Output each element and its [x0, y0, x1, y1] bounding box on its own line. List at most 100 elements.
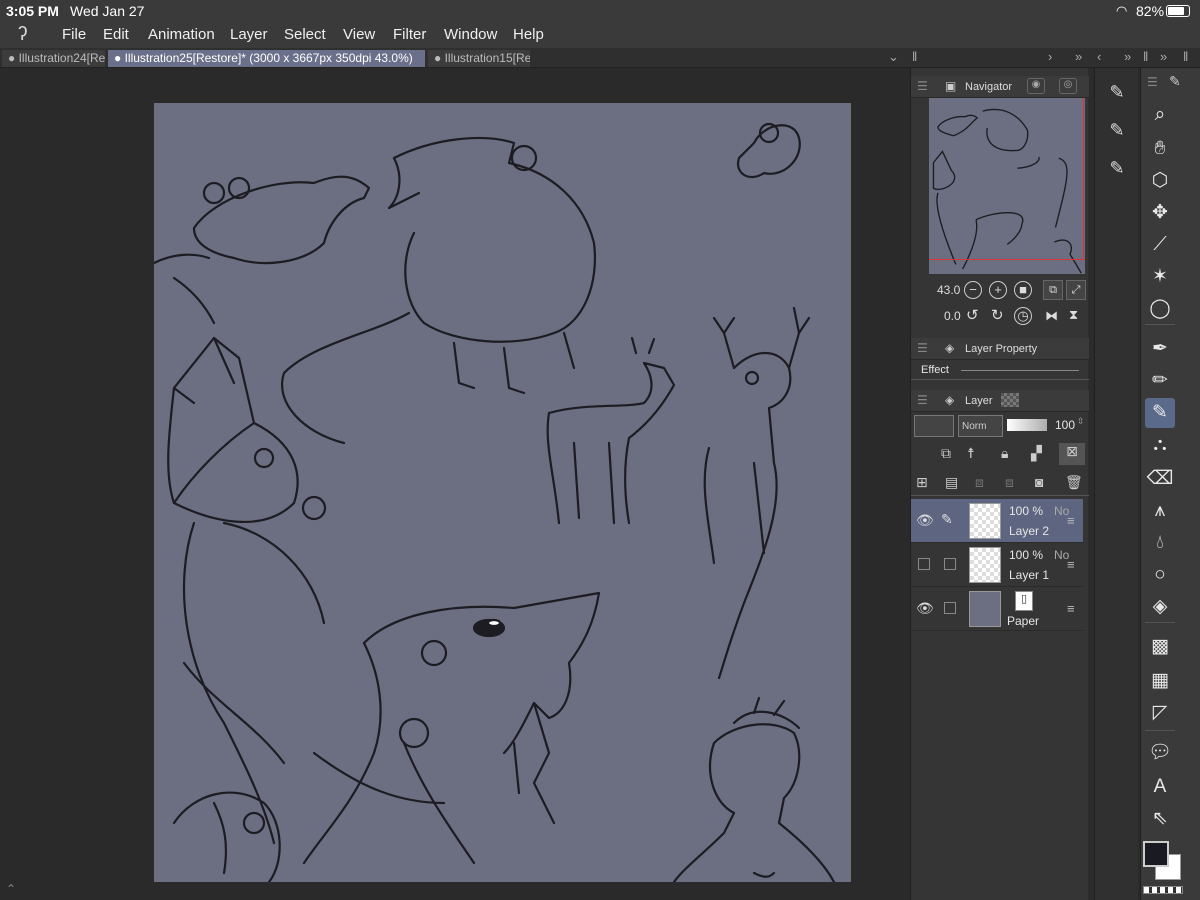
tab-illustration15[interactable]: ● Illustration15[Re — [428, 50, 530, 67]
operation-icon[interactable]: ⇖ — [1145, 804, 1175, 834]
zoom-out-icon[interactable]: − — [964, 281, 982, 299]
sub-tool-3-icon[interactable]: ✎ — [1101, 152, 1133, 184]
layer-row[interactable]: 👁︎ ✎ 100 % No Layer 2 ≡ — [911, 499, 1083, 543]
transparent-color-icon[interactable] — [1143, 886, 1183, 894]
figure-icon[interactable]: ○ — [1145, 560, 1175, 590]
navigator-option-1-icon[interactable]: ◉ — [1027, 78, 1045, 94]
actual-size-icon[interactable]: ⤢ — [1066, 280, 1086, 300]
opacity-slider[interactable] — [1007, 419, 1047, 431]
pencil-icon[interactable]: ✏︎ — [1145, 366, 1175, 396]
lasso-icon[interactable]: ◯ — [1145, 294, 1175, 324]
eraser-icon[interactable]: ⌫ — [1145, 464, 1175, 494]
blend-preview-icon[interactable] — [914, 415, 954, 437]
zoom-icon[interactable]: ⌕ — [1145, 100, 1175, 130]
menu-edit[interactable]: Edit — [103, 26, 129, 43]
rotate-left-icon[interactable]: ↺ — [966, 306, 979, 324]
layer-drag-handle-icon[interactable]: ≡ — [1067, 557, 1075, 572]
chevron-left-icon[interactable]: ‹ — [1097, 49, 1101, 64]
menu-file[interactable]: File — [62, 26, 86, 43]
mask-toggle-icon[interactable]: ⊠ — [1059, 443, 1085, 465]
rotation-value[interactable]: 0.0 — [944, 309, 961, 323]
blend-icon[interactable]: 💧︎ — [1145, 528, 1175, 558]
menu-window[interactable]: Window — [444, 26, 497, 43]
tool-pen-tab-icon[interactable]: ✎ — [1169, 73, 1181, 90]
tab-illustration24[interactable]: ● Illustration24[Re — [2, 50, 105, 67]
collapse-right-3-icon[interactable]: » — [1160, 49, 1167, 64]
opacity-value[interactable]: 100 — [1055, 418, 1075, 432]
tab-illustration25[interactable]: ● Illustration25[Restore]* (3000 x 3667p… — [108, 50, 425, 67]
panel-menu-icon[interactable]: ☰ — [917, 79, 928, 93]
zoom-value[interactable]: 43.0 — [937, 283, 960, 297]
navigator-preview[interactable] — [929, 98, 1085, 274]
chevron-right-icon[interactable]: › — [1048, 49, 1052, 64]
layer-drag-handle-icon[interactable]: ≡ — [1067, 601, 1075, 616]
opacity-stepper-icon[interactable]: ⇳ — [1077, 416, 1085, 427]
visibility-eye-icon[interactable]: 👁︎ — [916, 512, 934, 529]
layer-panel-menu-icon[interactable]: ☰ — [917, 393, 928, 407]
clip-layer-icon[interactable]: ⧉ — [941, 445, 951, 462]
zoom-reset-icon[interactable]: ■ — [1014, 281, 1032, 299]
fit-window-icon[interactable]: ⧉ — [1043, 280, 1063, 300]
eyedropper-icon[interactable]: ⟋ — [1145, 230, 1175, 260]
layer-thumbnail — [969, 591, 1001, 627]
move-icon[interactable]: ✥ — [1145, 198, 1175, 228]
object-icon[interactable]: ⬡ — [1145, 166, 1175, 196]
delete-layer-icon[interactable]: 🗑︎ — [1065, 474, 1083, 491]
merge-down-icon[interactable]: ⧈ — [975, 474, 984, 491]
app-logo-icon[interactable]: ʔ — [18, 24, 28, 46]
menu-layer[interactable]: Layer — [230, 26, 268, 43]
layer-select-toggle[interactable] — [944, 602, 956, 614]
lock-layer-icon[interactable]: 🔒︎ — [1001, 445, 1008, 462]
layer-drag-handle-icon[interactable]: ≡ — [1067, 513, 1075, 528]
canvas-workspace[interactable]: ⌃ — [0, 68, 910, 900]
layer-row[interactable]: 100 % No Layer 1 ≡ — [911, 543, 1083, 587]
new-raster-layer-icon[interactable]: ⊞ — [916, 474, 928, 491]
transfer-layer-icon[interactable]: ⧈ — [1005, 474, 1014, 491]
flip-vertical-icon[interactable]: ⧗ — [1069, 307, 1078, 323]
gradient-icon[interactable]: ▩ — [1145, 632, 1175, 662]
edit-target-pen-icon[interactable]: ✎ — [941, 511, 953, 528]
layer-select-toggle[interactable] — [944, 558, 956, 570]
zoom-in-icon[interactable]: + — [989, 281, 1007, 299]
visibility-eye-icon[interactable]: 👁︎ — [916, 600, 934, 617]
visibility-toggle[interactable] — [918, 558, 930, 570]
tool-menu-icon[interactable]: ☰ — [1147, 75, 1158, 89]
sub-tool-1-icon[interactable]: ✎ — [1101, 76, 1133, 108]
flip-horizontal-icon[interactable]: ⧓ — [1045, 308, 1058, 324]
menu-help[interactable]: Help — [513, 26, 544, 43]
decoration-icon[interactable]: ⩚ — [1145, 496, 1175, 526]
new-folder-icon[interactable]: ▤ — [945, 474, 958, 491]
frame-icon[interactable]: ▦ — [1145, 666, 1175, 696]
magic-wand-icon[interactable]: ✶ — [1145, 262, 1175, 292]
rotate-right-icon[interactable]: ↻ — [991, 306, 1004, 324]
blend-mode-select[interactable]: Norm — [958, 415, 1003, 437]
foreground-color-swatch[interactable] — [1143, 841, 1169, 867]
balloon-icon[interactable]: 💬︎ — [1145, 738, 1175, 768]
expand-up-icon[interactable]: ⌃ — [6, 882, 16, 896]
drawing-canvas[interactable] — [154, 103, 851, 882]
menu-select[interactable]: Select — [284, 26, 326, 43]
hand-icon[interactable]: ✋︎ — [1145, 134, 1175, 164]
effect-row[interactable]: Effect — [911, 362, 1089, 380]
navigator-option-2-icon[interactable]: ◎ — [1059, 78, 1077, 94]
fill-icon[interactable]: ◈ — [1145, 592, 1175, 622]
brush-icon[interactable]: ✎ — [1145, 398, 1175, 428]
layer-mask-icon[interactable]: ◙ — [1035, 474, 1043, 490]
layer-search-icon[interactable] — [1001, 393, 1019, 407]
rotation-reset-icon[interactable]: ◷ — [1014, 307, 1032, 325]
layer-row[interactable]: 👁︎ ▯ Paper ≡ — [911, 587, 1083, 631]
menu-filter[interactable]: Filter — [393, 26, 426, 43]
lock-transparency-icon[interactable]: ▞ — [1031, 445, 1042, 462]
collapse-right-2-icon[interactable]: » — [1124, 49, 1131, 64]
ruler-icon[interactable]: ◸ — [1145, 698, 1175, 728]
menu-animation[interactable]: Animation — [148, 26, 215, 43]
reference-layer-icon[interactable]: ☨ — [967, 445, 975, 462]
collapse-right-icon[interactable]: » — [1075, 49, 1082, 64]
tab-list-chevron-icon[interactable]: ⌄ — [888, 49, 899, 65]
pen-icon[interactable]: ✒︎ — [1145, 334, 1175, 364]
menu-view[interactable]: View — [343, 26, 375, 43]
text-icon[interactable]: A — [1145, 772, 1175, 802]
sub-tool-2-icon[interactable]: ✎ — [1101, 114, 1133, 146]
layer-property-menu-icon[interactable]: ☰ — [917, 341, 928, 355]
airbrush-icon[interactable]: ⛬ — [1145, 430, 1175, 460]
